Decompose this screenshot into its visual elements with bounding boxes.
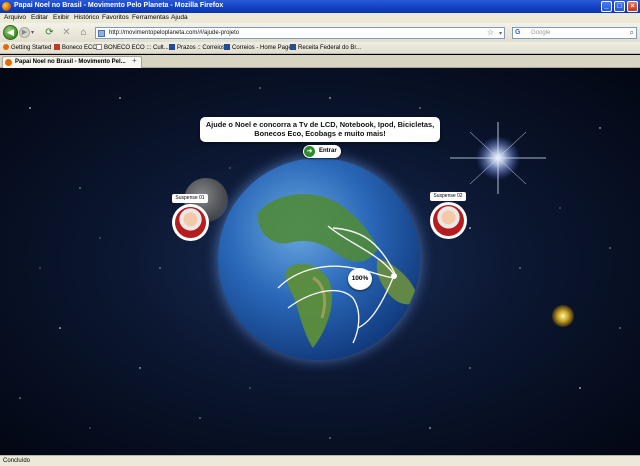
promo-headline: Ajude o Noel e concorra a Tv de LCD, Not… [200, 117, 440, 142]
minimize-button[interactable]: _ [601, 1, 612, 12]
back-button[interactable]: ◀ [3, 25, 18, 40]
status-text: Concluído [3, 458, 31, 464]
firefox-bookmark-icon [3, 44, 9, 50]
history-dropdown-icon[interactable]: ▾ [31, 29, 34, 36]
page-favicon-icon [98, 30, 105, 37]
page-bookmark-icon [96, 44, 102, 50]
receita-bookmark-icon [290, 44, 296, 50]
window-title: Papai Noel no Brasil - Movimento Pelo Pl… [14, 2, 224, 9]
home-icon[interactable]: ⌂ [78, 27, 89, 38]
correios-bookmark-icon [169, 44, 175, 50]
bookmark-prazos-correios[interactable]: Prazos :: Correios [169, 44, 225, 51]
bookmark-getting-started[interactable]: Getting Started [3, 44, 51, 51]
tab-strip: Papai Noel no Brasil - Movimento Pel... … [0, 55, 640, 68]
bookmark-boneco-eco-cult[interactable]: BONECO ECO ::: Cult... [96, 44, 169, 51]
url-bar[interactable]: http://movimentopeloplaneta.com/#/ajude-… [95, 27, 505, 39]
window-titlebar: Papai Noel no Brasil - Movimento Pelo Pl… [0, 0, 640, 13]
bookmark-receita-federal[interactable]: Receita Federal do Br... [290, 44, 361, 51]
search-icon[interactable]: ⌕ [630, 28, 634, 38]
url-dropdown-icon[interactable]: ▾ [499, 30, 502, 37]
menu-ferramentas[interactable]: Ferramentas [132, 14, 169, 21]
suspect-right-label: Suspense 02 [430, 192, 466, 201]
stop-icon[interactable]: ✕ [61, 27, 72, 38]
menu-arquivo[interactable]: Arquivo [4, 14, 26, 21]
tab-favicon-icon [5, 59, 12, 66]
maximize-button[interactable]: □ [614, 1, 625, 12]
progress-badge: 100% [348, 268, 372, 290]
tab-papai-noel[interactable]: Papai Noel no Brasil - Movimento Pel... [2, 56, 142, 68]
correios-bookmark-icon [224, 44, 230, 50]
forward-button[interactable]: ▶ [19, 27, 30, 38]
earth-globe [218, 158, 420, 360]
distant-planet-image [552, 305, 574, 327]
google-icon[interactable]: G [515, 29, 520, 36]
menu-bar: Arquivo Editar Exibir Histórico Favorito… [0, 13, 640, 23]
menu-exibir[interactable]: Exibir [53, 14, 69, 21]
search-placeholder: Google [531, 30, 551, 36]
url-text: http://movimentopeloplaneta.com/#/ajude-… [109, 30, 240, 36]
suspect-left-label: Suspense 01 [172, 194, 208, 203]
reload-icon[interactable]: ⟳ [44, 27, 55, 38]
menu-editar[interactable]: Editar [31, 14, 48, 21]
earth-map [257, 194, 418, 348]
santa-face-icon [175, 207, 206, 238]
enter-button[interactable]: ➜ Entrar [303, 145, 341, 158]
menu-historico[interactable]: Histórico [74, 14, 99, 21]
menu-favoritos[interactable]: Favoritos [102, 14, 129, 21]
close-button[interactable]: × [627, 1, 638, 12]
firefox-icon [2, 2, 11, 11]
star-flare-image [450, 122, 546, 194]
gmail-bookmark-icon [54, 44, 60, 50]
menu-ajuda[interactable]: Ajuda [171, 14, 188, 21]
navigation-toolbar: ◀ ▶ ▾ ⟳ ✕ ⌂ http://movimentopeloplaneta.… [0, 23, 640, 42]
bookmark-boneco-eco[interactable]: Boneco ECO [54, 44, 97, 51]
santa-avatar [430, 202, 467, 239]
bookmarks-toolbar: Getting Started Boneco ECO BONECO ECO ::… [0, 42, 640, 54]
page-content: Ajude o Noel e concorra a Tv de LCD, Not… [0, 68, 640, 455]
status-bar: Concluído [0, 455, 640, 466]
search-input[interactable]: G Google ⌕ [512, 27, 637, 39]
arrow-right-icon: ➜ [304, 146, 315, 157]
bookmark-star-icon[interactable]: ☆ [487, 28, 494, 37]
bookmark-correios-home[interactable]: Correios - Home Page [224, 44, 292, 51]
enter-label: Entrar [319, 148, 337, 154]
santa-avatar [172, 204, 209, 241]
santa-face-icon [433, 205, 464, 236]
tab-label: Papai Noel no Brasil - Movimento Pel... [15, 59, 126, 65]
new-tab-icon[interactable]: + [132, 57, 141, 66]
